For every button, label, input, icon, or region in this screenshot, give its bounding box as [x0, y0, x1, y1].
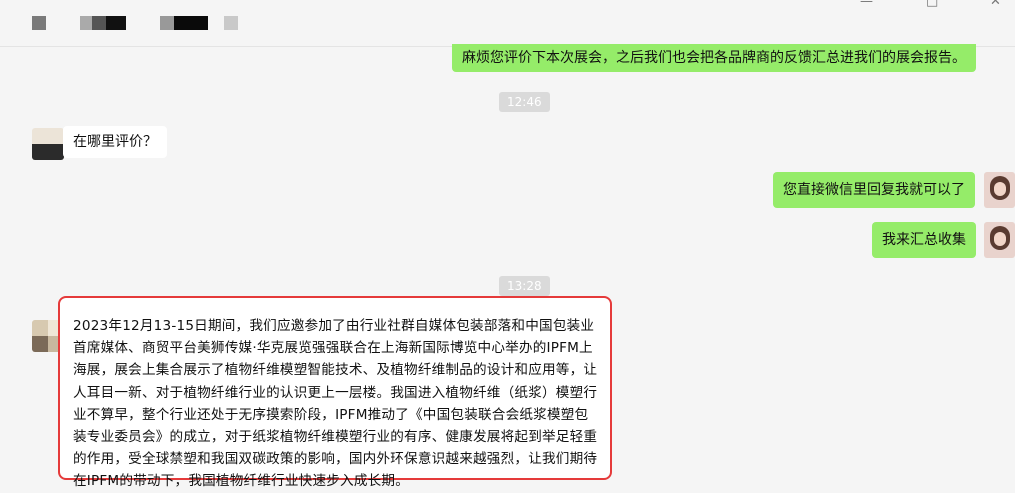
close-button[interactable]: ✕	[990, 0, 1001, 9]
contact-name-redacted	[0, 0, 260, 46]
message-bubble-sent[interactable]: 麻烦您评价下本次展会，之后我们也会把各品牌商的反馈汇总进我们的展会报告。	[452, 44, 976, 72]
maximize-button[interactable]: □	[926, 0, 938, 9]
minimize-button[interactable]: —	[860, 0, 873, 9]
my-avatar[interactable]	[984, 172, 1015, 208]
message-bubble-sent[interactable]: 您直接微信里回复我就可以了	[773, 172, 975, 208]
message-text: 在哪里评价？	[73, 134, 157, 150]
timestamp: 12:46	[499, 92, 550, 112]
message-bubble-sent[interactable]: 我来汇总收集	[872, 222, 976, 258]
highlighted-message-bubble[interactable]: 2023年12月13-15日期间，我们应邀参加了由行业社群自媒体包装部落和中国包…	[58, 296, 612, 489]
message-bubble-received[interactable]: 在哪里评价？	[63, 126, 167, 158]
chat-title-bar: — □ ✕	[0, 0, 1015, 47]
my-avatar[interactable]	[984, 222, 1015, 258]
message-text: 我来汇总收集	[882, 232, 966, 248]
message-text: 麻烦您评价下本次展会，之后我们也会把各品牌商的反馈汇总进我们的展会报告。	[462, 50, 966, 66]
message-text: 2023年12月13-15日期间，我们应邀参加了由行业社群自媒体包装部落和中国包…	[73, 318, 598, 490]
contact-avatar[interactable]	[32, 128, 64, 160]
message-text: 您直接微信里回复我就可以了	[783, 182, 965, 198]
timestamp: 13:28	[499, 276, 550, 296]
